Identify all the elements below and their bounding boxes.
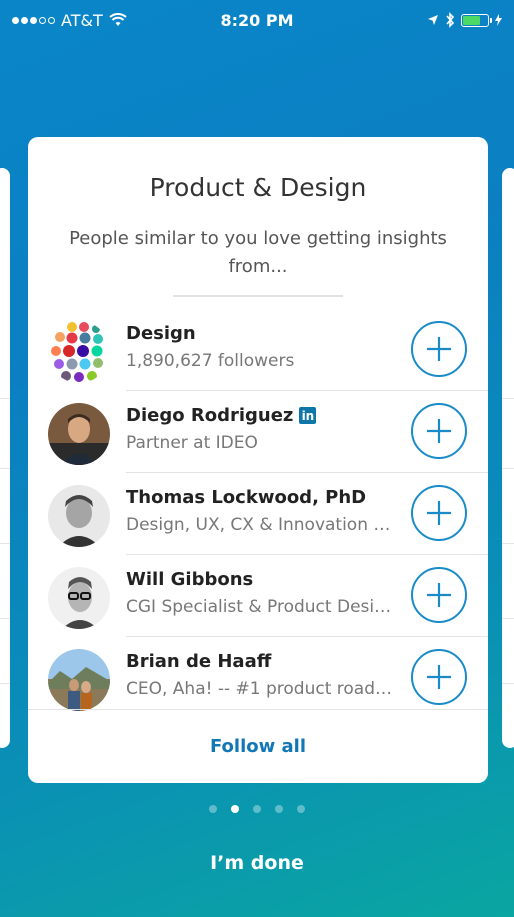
item-name: Will Gibbons <box>126 569 254 590</box>
plus-icon <box>427 583 451 607</box>
follow-button[interactable] <box>411 649 467 705</box>
list-item[interactable]: Thomas Lockwood, PhD Design, UX, CX & In… <box>28 473 488 555</box>
item-description: Partner at IDEO <box>126 433 258 453</box>
item-name: Brian de Haaff <box>126 651 272 672</box>
location-arrow-icon <box>428 15 438 25</box>
next-card-peek[interactable] <box>502 168 514 748</box>
avatar <box>48 567 110 629</box>
list-item[interactable]: Diego Rodriguez in Partner at IDEO <box>28 391 488 473</box>
page-dot-active[interactable] <box>231 805 239 813</box>
item-description: Design, UX, CX & Innovation E… <box>126 515 396 535</box>
battery-icon <box>461 13 492 27</box>
avatar <box>48 485 110 547</box>
follow-list: Design 1,890,627 followers Diego Rodrigu… <box>28 309 488 719</box>
plus-icon <box>427 419 451 443</box>
plus-icon <box>427 337 451 361</box>
item-description: CEO, Aha! -- #1 product road… <box>126 679 392 699</box>
design-logo-avatar <box>48 321 110 383</box>
follow-button[interactable] <box>411 485 467 541</box>
linkedin-icon: in <box>299 407 317 424</box>
divider <box>173 295 343 297</box>
bluetooth-icon <box>446 12 455 28</box>
carrier-label: AT&T <box>61 10 103 30</box>
page-dot[interactable] <box>297 805 305 813</box>
charging-icon <box>495 14 502 26</box>
wifi-icon <box>109 13 127 26</box>
status-right <box>427 12 502 28</box>
signal-strength-icon <box>12 16 55 24</box>
done-button[interactable]: I’m done <box>0 852 514 874</box>
list-item[interactable]: Design 1,890,627 followers <box>28 309 488 391</box>
previous-card-peek[interactable] <box>0 168 10 748</box>
follow-all-button[interactable]: Follow all <box>28 709 488 783</box>
item-description: CGI Specialist & Product Desi… <box>126 597 392 617</box>
plus-icon <box>427 665 451 689</box>
list-item[interactable]: Will Gibbons CGI Specialist & Product De… <box>28 555 488 637</box>
status-bar: AT&T 8:20 PM <box>0 0 514 40</box>
avatar <box>48 649 110 711</box>
follow-button[interactable] <box>411 403 467 459</box>
item-name: Thomas Lockwood, PhD <box>126 487 367 508</box>
avatar <box>48 403 110 465</box>
page-dot[interactable] <box>275 805 283 813</box>
follow-button[interactable] <box>411 567 467 623</box>
page-dot[interactable] <box>253 805 261 813</box>
page-dot[interactable] <box>209 805 217 813</box>
item-name: Design <box>126 323 196 344</box>
list-item[interactable]: Brian de Haaff CEO, Aha! -- #1 product r… <box>28 637 488 719</box>
card-subtitle: People similar to you love getting insig… <box>69 228 447 277</box>
item-name: Diego Rodriguez in <box>126 405 317 426</box>
card-title: Product & Design <box>149 173 367 202</box>
status-left: AT&T <box>12 11 127 30</box>
page-indicator <box>0 805 514 813</box>
item-description: 1,890,627 followers <box>126 351 295 371</box>
plus-icon <box>427 501 451 525</box>
follow-button[interactable] <box>411 321 467 377</box>
status-time: 8:20 PM <box>220 10 294 30</box>
follow-suggestions-card: Product & Design People similar to you l… <box>28 137 488 783</box>
